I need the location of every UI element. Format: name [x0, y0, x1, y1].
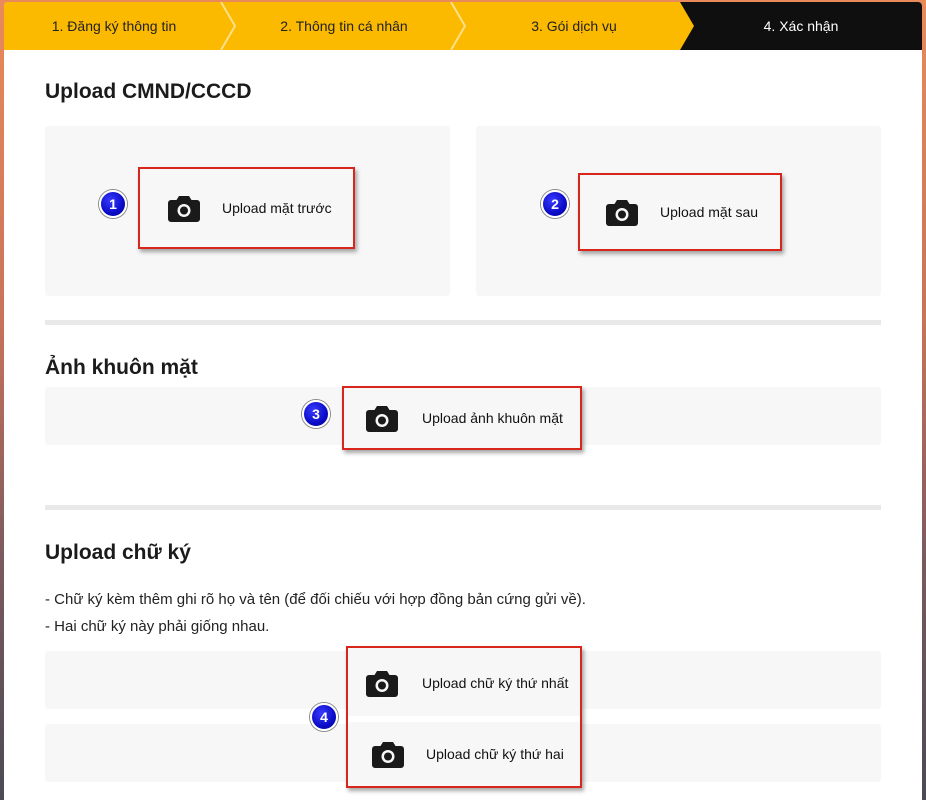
camera-icon: [606, 198, 638, 226]
signature-note-1: - Chữ ký kèm thêm ghi rõ họ và tên (để đ…: [45, 591, 586, 608]
signature-section-title: Upload chữ ký: [45, 541, 191, 564]
upload-back-label: Upload mặt sau: [660, 204, 759, 220]
upload-signature-second-button[interactable]: Upload chữ ký thứ hai: [348, 722, 580, 786]
badge-1: 1: [99, 190, 127, 218]
face-section-title: Ảnh khuôn mặt: [45, 356, 198, 379]
camera-icon: [366, 404, 398, 432]
camera-icon: [168, 194, 200, 222]
step-label: 4. Xác nhận: [763, 18, 839, 34]
step-label: 3. Gói dịch vụ: [531, 18, 617, 34]
progress-stepper: 1. Đăng ký thông tin 2. Thông tin cá nhâ…: [4, 2, 922, 50]
badge-3: 3: [302, 400, 330, 428]
section-divider: [45, 320, 881, 325]
step-register[interactable]: 1. Đăng ký thông tin: [4, 2, 224, 50]
upload-face-button[interactable]: Upload ảnh khuôn mặt: [342, 386, 582, 450]
badge-4: 4: [310, 703, 338, 731]
camera-icon: [366, 669, 398, 697]
upload-front-label: Upload mặt trước: [222, 200, 332, 216]
upload-signature-first-button[interactable]: Upload chữ ký thứ nhất: [348, 650, 580, 716]
step-personal-info[interactable]: 2. Thông tin cá nhân: [234, 2, 454, 50]
upload-signature-second-label: Upload chữ ký thứ hai: [426, 746, 564, 762]
upload-back-button[interactable]: Upload mặt sau: [578, 173, 782, 251]
upload-signature-first-label: Upload chữ ký thứ nhất: [422, 675, 569, 691]
step-confirm[interactable]: 4. Xác nhận: [680, 2, 922, 50]
section-divider: [45, 505, 881, 510]
upload-front-button[interactable]: Upload mặt trước: [138, 167, 355, 249]
step-label: 2. Thông tin cá nhân: [280, 18, 408, 34]
badge-2: 2: [541, 190, 569, 218]
step-service-package[interactable]: 3. Gói dịch vụ: [464, 2, 684, 50]
signature-upload-group: Upload chữ ký thứ nhất Upload chữ ký thứ…: [346, 646, 582, 788]
signature-note-2: - Hai chữ ký này phải giống nhau.: [45, 618, 270, 635]
camera-icon: [372, 740, 404, 768]
step-label: 1. Đăng ký thông tin: [51, 18, 177, 34]
upload-face-label: Upload ảnh khuôn mặt: [422, 410, 563, 426]
app-window: 1. Đăng ký thông tin 2. Thông tin cá nhâ…: [4, 2, 922, 800]
id-section-title: Upload CMND/CCCD: [45, 80, 252, 103]
